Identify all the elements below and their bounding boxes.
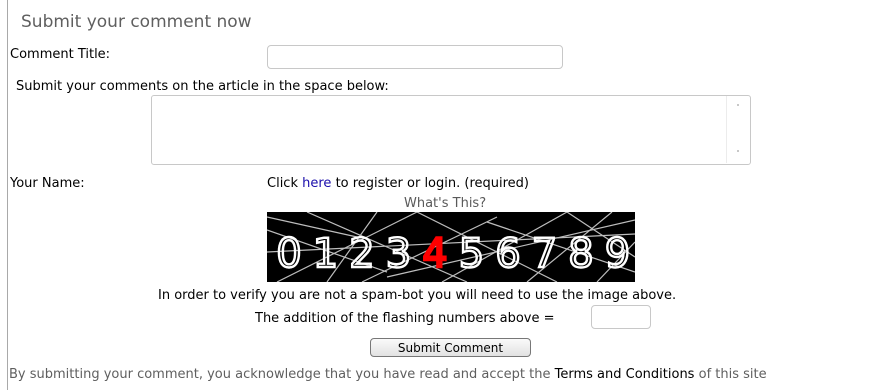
submit-comment-button[interactable]: Submit Comment — [370, 338, 531, 357]
comment-title-label: Comment Title: — [10, 47, 111, 62]
captcha-digit-9: 9 — [605, 231, 630, 277]
whats-this-link[interactable]: What's This? — [404, 196, 486, 211]
terms-suffix: of this site — [698, 367, 767, 382]
register-link[interactable]: here — [302, 176, 331, 191]
terms-link[interactable]: Terms and Conditions — [555, 367, 695, 382]
register-suffix: to register or login. (required) — [335, 176, 529, 191]
captcha-digit-7: 7 — [532, 231, 557, 277]
captcha-digit-8: 8 — [568, 231, 593, 277]
register-text: Click here to register or login. (requir… — [267, 176, 529, 191]
comments-textarea[interactable] — [151, 95, 751, 165]
captcha-digit-4: 4 — [422, 231, 447, 277]
captcha-digit-6: 6 — [495, 231, 520, 277]
captcha-digit-0: 0 — [276, 231, 301, 277]
textarea-scrollbar[interactable] — [726, 96, 749, 163]
scroll-down-arrow-icon[interactable] — [737, 150, 739, 152]
register-prefix: Click — [267, 176, 298, 191]
captcha-digit-5: 5 — [459, 231, 484, 277]
captcha-digit-2: 2 — [349, 231, 374, 277]
terms-notice: By submitting your comment, you acknowle… — [9, 367, 767, 382]
comment-title-input[interactable] — [267, 45, 563, 69]
captcha-image: 0123456789 — [266, 211, 636, 283]
your-name-label: Your Name: — [10, 176, 85, 191]
addition-label: The addition of the flashing numbers abo… — [255, 311, 555, 326]
addition-answer-input[interactable] — [591, 305, 651, 329]
captcha-graphic: 0123456789 — [266, 211, 636, 283]
captcha-digit-1: 1 — [313, 231, 338, 277]
spam-verify-text: In order to verify you are not a spam-bo… — [158, 288, 677, 303]
form-heading: Submit your comment now — [21, 12, 252, 32]
captcha-digit-3: 3 — [386, 231, 411, 277]
terms-prefix: By submitting your comment, you acknowle… — [9, 367, 551, 382]
left-border-line — [7, 0, 8, 390]
comments-prompt-label: Submit your comments on the article in t… — [16, 79, 389, 94]
scroll-up-arrow-icon[interactable] — [737, 104, 739, 106]
